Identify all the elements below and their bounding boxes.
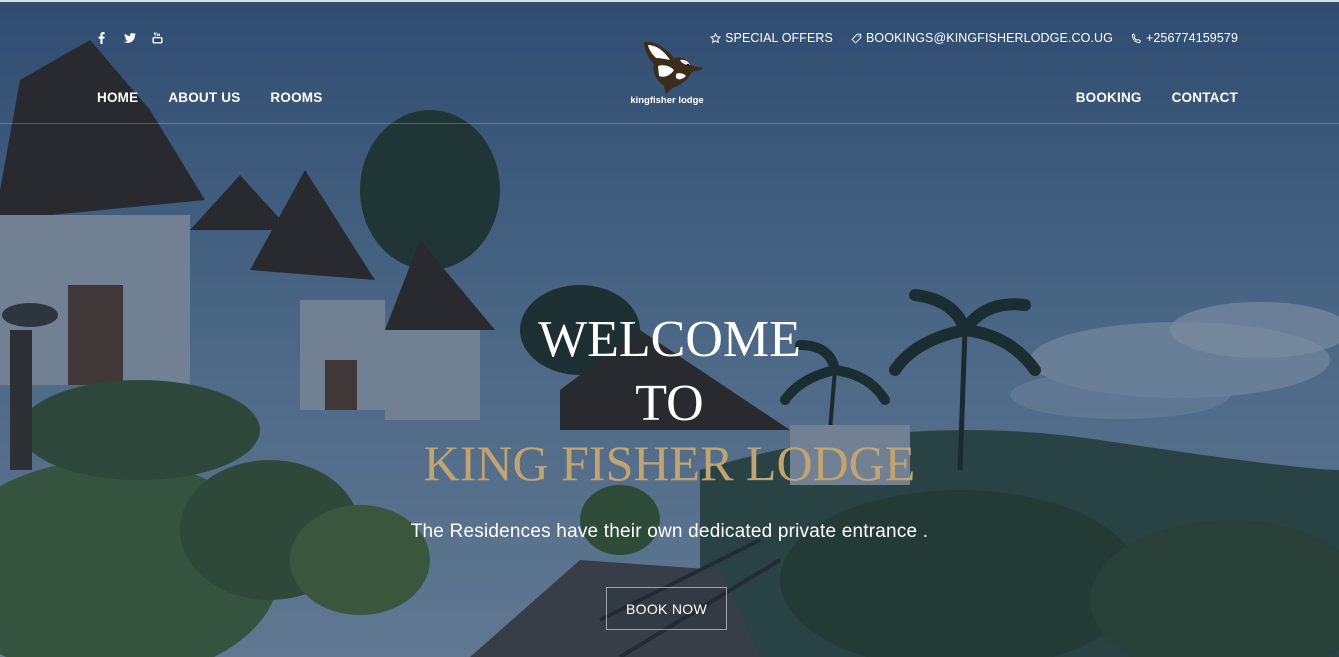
hero-title-welcome: WELCOME <box>538 311 801 368</box>
book-now-button[interactable]: BOOK NOW <box>606 587 727 630</box>
header-divider <box>0 123 1339 124</box>
phone-label: +256774159579 <box>1145 31 1238 45</box>
primary-nav-right: BOOKING CONTACT <box>1076 90 1238 105</box>
social-links <box>95 31 164 45</box>
facebook-icon[interactable] <box>95 31 108 45</box>
hero-title-to: TO <box>635 375 704 432</box>
youtube-icon[interactable] <box>151 31 164 45</box>
kingfisher-bird-icon <box>644 41 702 94</box>
nav-booking[interactable]: BOOKING <box>1076 90 1142 105</box>
phone-link[interactable]: +256774159579 <box>1131 31 1238 45</box>
special-offers-link[interactable]: SPECIAL OFFERS <box>710 31 833 45</box>
email-link[interactable]: BOOKINGS@KINGFISHERLODGE.CO.UG <box>851 31 1113 45</box>
special-offers-label: SPECIAL OFFERS <box>725 31 833 45</box>
site-header: SPECIAL OFFERS BOOKINGS@KINGFISHERLODGE.… <box>0 0 1339 124</box>
twitter-icon[interactable] <box>123 31 136 45</box>
email-label: BOOKINGS@KINGFISHERLODGE.CO.UG <box>865 31 1113 45</box>
tag-icon <box>851 33 862 44</box>
nav-home[interactable]: HOME <box>97 90 138 105</box>
hero-title-lodge-name: KING FISHER LODGE <box>423 435 916 491</box>
hero-subtitle: The Residences have their own dedicated … <box>410 521 929 542</box>
nav-about-us[interactable]: ABOUT US <box>168 90 240 105</box>
logo-text: kingfisher lodge <box>630 95 704 106</box>
contact-bar: SPECIAL OFFERS BOOKINGS@KINGFISHERLODGE.… <box>710 31 1238 45</box>
primary-nav-left: HOME ABOUT US ROOMS <box>97 90 322 105</box>
logo[interactable]: kingfisher lodge <box>620 36 714 108</box>
nav-contact[interactable]: CONTACT <box>1172 90 1238 105</box>
phone-icon <box>1131 32 1142 43</box>
nav-rooms[interactable]: ROOMS <box>270 90 322 105</box>
